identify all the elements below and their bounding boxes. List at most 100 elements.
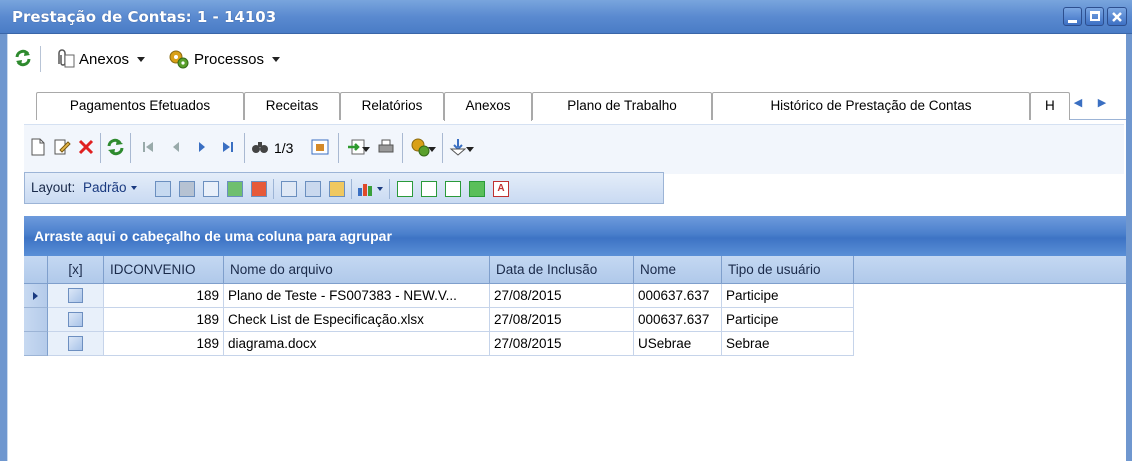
font-format-icon[interactable]: A	[493, 181, 509, 197]
table-cell-tipo-usuario[interactable]: Sebrae	[722, 332, 854, 356]
table-cell-nome-arquivo[interactable]: Plano de Teste - FS007383 - NEW.V...	[224, 284, 490, 308]
import-layout-icon[interactable]	[251, 181, 267, 197]
view-option-3-icon[interactable]	[445, 181, 461, 197]
table-cell-data-inclusao[interactable]: 27/08/2015	[490, 284, 634, 308]
row-checkbox[interactable]	[68, 336, 83, 351]
layout-preset-dropdown[interactable]: Padrão	[83, 180, 137, 195]
anexos-label: Anexos	[79, 50, 130, 68]
table-cell-nome-arquivo[interactable]: diagrama.docx	[224, 332, 490, 356]
process-gears-icon[interactable]	[410, 137, 430, 157]
tab-plano-de-trabalho[interactable]: Plano de Trabalho	[532, 92, 712, 120]
window-titlebar[interactable]: Prestação de Contas: 1 - 14103	[0, 0, 1132, 34]
tab-label: Relatórios	[361, 98, 423, 113]
tab-overflow[interactable]: H	[1030, 92, 1070, 120]
chart-icon[interactable]	[357, 180, 375, 196]
chevron-down-icon[interactable]	[362, 147, 370, 152]
find-icon[interactable]	[250, 137, 270, 157]
tab-scroll-right-button[interactable]: ▶	[1094, 94, 1110, 112]
previous-record-icon[interactable]	[166, 137, 186, 157]
table-cell-idconvenio[interactable]: 189	[104, 284, 224, 308]
window-left-border	[0, 34, 7, 461]
table-cell-tipo-usuario[interactable]: Participe	[722, 308, 854, 332]
view-option-1-icon[interactable]	[397, 181, 413, 197]
tab-label: Plano de Trabalho	[567, 98, 677, 113]
tab-anexos[interactable]: Anexos	[444, 92, 532, 121]
first-record-icon[interactable]	[138, 137, 158, 157]
tab-receitas[interactable]: Receitas	[244, 92, 340, 120]
last-record-icon[interactable]	[218, 137, 238, 157]
table-row-checkbox-cell	[48, 332, 104, 356]
row-indicator[interactable]	[24, 284, 48, 308]
chevron-down-icon[interactable]	[428, 147, 436, 152]
row-indicator[interactable]	[24, 332, 48, 356]
table-cell-data-inclusao[interactable]: 27/08/2015	[490, 308, 634, 332]
column-header-data-inclusao[interactable]: Data de Inclusão	[490, 256, 634, 284]
view-option-2-icon[interactable]	[421, 181, 437, 197]
column-header-tipo-usuario[interactable]: Tipo de usuário	[722, 256, 854, 284]
save-layout-icon[interactable]	[155, 181, 171, 197]
chevron-down-icon	[272, 56, 281, 62]
anexos-menu-button[interactable]: Anexos	[53, 49, 146, 69]
column-header-select[interactable]: [x]	[48, 256, 104, 284]
row-checkbox[interactable]	[68, 312, 83, 327]
tab-relatorios[interactable]: Relatórios	[340, 92, 444, 120]
tab-scroll-left-button[interactable]: ◀	[1070, 94, 1086, 112]
chevron-down-icon	[137, 56, 146, 62]
tab-label: Receitas	[265, 98, 319, 113]
row-indicator-header	[24, 256, 48, 284]
main-toolbar: Anexos Processos	[8, 34, 1126, 84]
table-cell-data-inclusao[interactable]: 27/08/2015	[490, 332, 634, 356]
maximize-button[interactable]	[1085, 7, 1104, 26]
table-cell-nome-arquivo[interactable]: Check List de Especificação.xlsx	[224, 308, 490, 332]
tab-pagamentos-efetuados[interactable]: Pagamentos Efetuados	[36, 92, 244, 120]
refresh-icon[interactable]	[14, 48, 32, 68]
tab-label: H	[1045, 98, 1055, 113]
table-cell-nome[interactable]: USebrae	[634, 332, 722, 356]
next-record-icon[interactable]	[192, 137, 212, 157]
row-indicator[interactable]	[24, 308, 48, 332]
record-counter: 1/3	[274, 140, 294, 156]
export-layout-icon[interactable]	[227, 181, 243, 197]
group-by-panel[interactable]: Arraste aqui o cabeçalho de uma coluna p…	[24, 216, 1126, 256]
toolbar-separator	[402, 133, 403, 163]
minimize-button[interactable]	[1063, 7, 1082, 26]
grid-layout-icon[interactable]	[203, 181, 219, 197]
chevron-down-icon[interactable]	[466, 147, 474, 152]
tab-label: Histórico de Prestação de Contas	[770, 98, 972, 113]
tab-label: Anexos	[465, 98, 511, 113]
toolbar-separator	[351, 179, 352, 199]
column-chooser-icon[interactable]	[281, 181, 297, 197]
processos-menu-button[interactable]: Processos	[168, 49, 281, 69]
print-icon[interactable]	[376, 137, 396, 157]
refresh-icon[interactable]	[106, 137, 126, 157]
gears-icon	[169, 50, 189, 69]
chevron-down-icon[interactable]	[377, 187, 383, 191]
new-document-icon[interactable]	[28, 137, 48, 157]
column-header-nome[interactable]: Nome	[634, 256, 722, 284]
filter-icon[interactable]	[448, 137, 468, 157]
table-cell-idconvenio[interactable]: 189	[104, 332, 224, 356]
delete-icon[interactable]	[76, 137, 96, 157]
table-cell-idconvenio[interactable]: 189	[104, 308, 224, 332]
load-layout-icon[interactable]	[179, 181, 195, 197]
table-cell-nome[interactable]: 000637.637	[634, 284, 722, 308]
tab-label: Pagamentos Efetuados	[69, 98, 211, 113]
column-header-nome-arquivo[interactable]: Nome do arquivo	[224, 256, 490, 284]
tab-strip: Pagamentos Efetuados Receitas Relatórios…	[36, 90, 1126, 121]
format-icon[interactable]	[329, 181, 345, 197]
tab-historico-prestacao[interactable]: Histórico de Prestação de Contas	[712, 92, 1030, 120]
layout-preset-value: Padrão	[83, 180, 127, 195]
view-option-4-icon[interactable]	[469, 181, 485, 197]
edit-document-icon[interactable]	[52, 137, 72, 157]
table-cell-tipo-usuario[interactable]: Participe	[722, 284, 854, 308]
calendar-grid-icon[interactable]	[310, 137, 330, 157]
minimize-icon	[1068, 20, 1077, 23]
paperclip-icon	[58, 49, 75, 68]
window-left-border-inner	[7, 34, 8, 461]
column-header-idconvenio[interactable]: IDCONVENIO	[104, 256, 224, 284]
toolbar-separator	[40, 46, 41, 72]
close-button[interactable]	[1107, 7, 1127, 26]
summary-icon[interactable]	[305, 181, 321, 197]
row-checkbox[interactable]	[68, 288, 83, 303]
table-cell-nome[interactable]: 000637.637	[634, 308, 722, 332]
